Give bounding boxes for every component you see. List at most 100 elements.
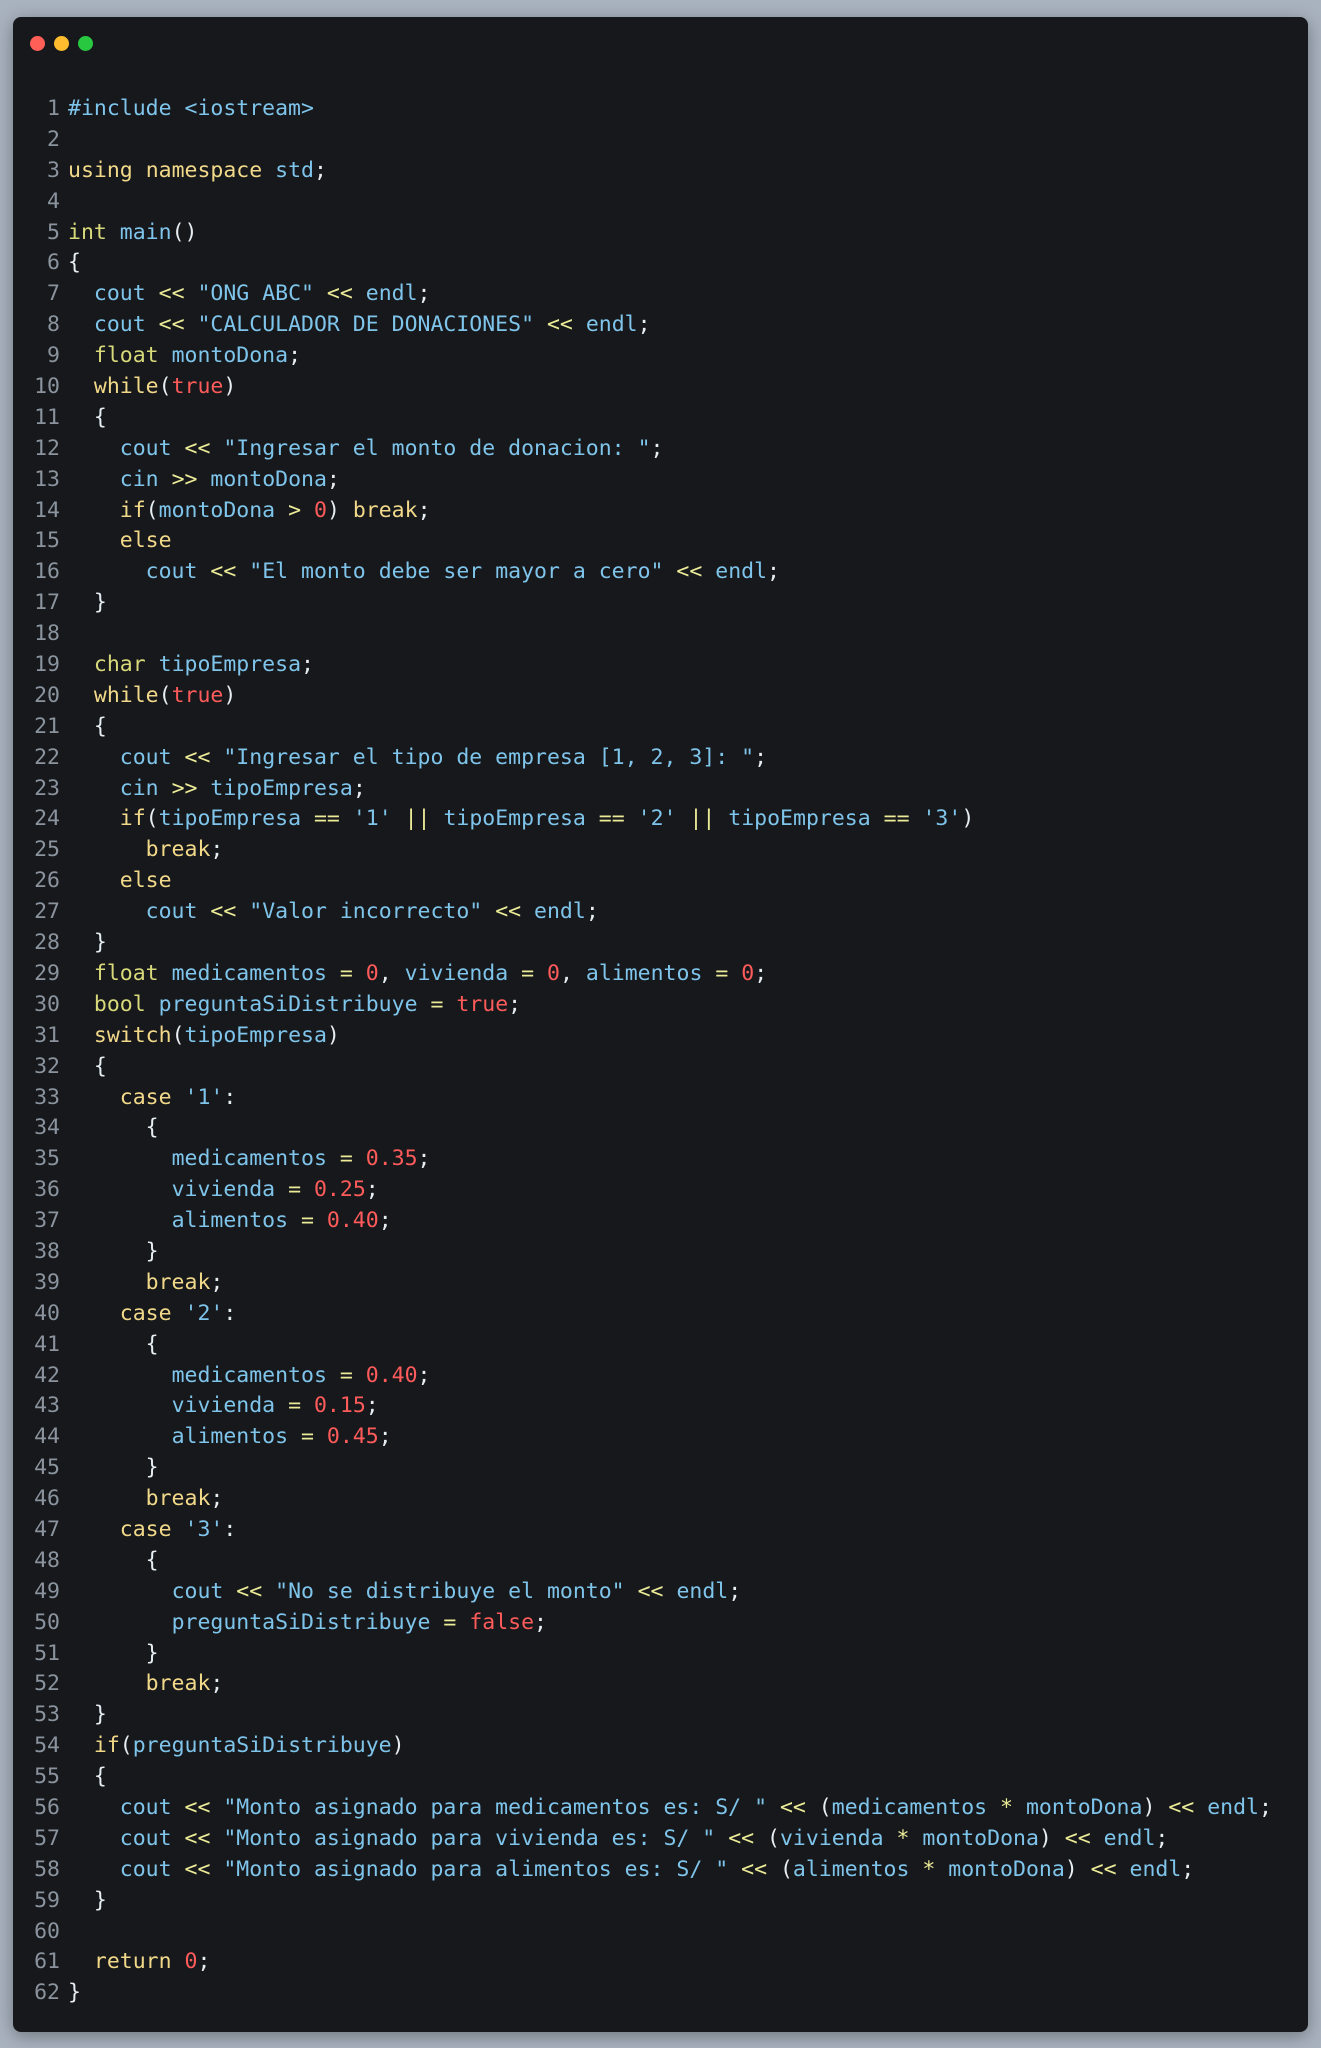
code-token: cout (145, 899, 198, 925)
maximize-button[interactable] (78, 36, 93, 51)
code-token: 0 (547, 960, 560, 986)
code-token: '3' (922, 806, 962, 832)
code-token: endl (534, 899, 586, 925)
code-line: 10 while(true) (13, 372, 1308, 403)
line-number: 2 (47, 126, 60, 152)
code-line: 17 } (13, 588, 1308, 619)
code-token: 0.45 (326, 1424, 379, 1450)
code-token: endl (1207, 1794, 1259, 1820)
code-token: ; (326, 466, 340, 492)
line-number: 10 (34, 374, 60, 400)
code-token: "Monto asignado para alimentos es: S/ " (223, 1856, 729, 1882)
line-number: 18 (34, 621, 60, 647)
code-token: ( (171, 1022, 185, 1048)
code-token: preguntaSiDistribuye (158, 991, 418, 1017)
code-token: ; (210, 1269, 224, 1295)
minimize-button[interactable] (54, 36, 69, 51)
code-token: endl (365, 281, 418, 307)
code-token: cout (145, 559, 198, 585)
code-token: , (378, 960, 405, 986)
line-number: 42 (34, 1362, 60, 1388)
close-button[interactable] (30, 36, 45, 51)
code-token: "Monto asignado para vivienda es: S/ " (223, 1825, 716, 1851)
code-token: ) (391, 1733, 405, 1759)
code-line: 52 break; (13, 1669, 1308, 1700)
code-line: 31 switch(tipoEmpresa) (13, 1021, 1308, 1052)
code-token: ) (1038, 1825, 1065, 1851)
code-line: 44 alimentos = 0.45; (13, 1422, 1308, 1453)
line-number: 50 (34, 1609, 60, 1635)
line-number: 12 (34, 435, 60, 461)
code-token: ; (313, 157, 327, 183)
code-token: = (301, 1208, 314, 1234)
line-number: 36 (34, 1177, 60, 1203)
code-token: { (68, 1764, 107, 1790)
code-line: 41 { (13, 1330, 1308, 1361)
code-line: 23 cin >> tipoEmpresa; (13, 774, 1308, 805)
code-token: << (184, 1794, 211, 1820)
line-number: 16 (34, 559, 60, 585)
code-token: << (158, 281, 185, 307)
line-number: 56 (34, 1794, 60, 1820)
code-line: 22 cout << "Ingresar el tipo de empresa … (13, 743, 1308, 774)
code-token: tipoEmpresa (184, 1022, 327, 1048)
line-number: 23 (34, 775, 60, 801)
code-token: "CALCULADOR DE DONACIONES" (197, 312, 535, 338)
line-number: 55 (34, 1764, 60, 1790)
code-token: ; (1258, 1794, 1272, 1820)
code-token: } (68, 1640, 159, 1666)
code-token: cout (119, 1794, 172, 1820)
code-token: ; (365, 1393, 379, 1419)
code-token: tipoEmpresa (158, 652, 302, 678)
code-token: preguntaSiDistribuye (171, 1609, 431, 1635)
line-number: 33 (34, 1084, 60, 1110)
code-line: 7 cout << "ONG ABC" << endl; (13, 279, 1308, 310)
code-token: preguntaSiDistribuye (132, 1733, 392, 1759)
code-line: 51 } (13, 1639, 1308, 1670)
code-token: { (68, 1115, 159, 1141)
code-token: << (495, 899, 522, 925)
code-token: montoDona (158, 497, 276, 523)
code-token: endl (585, 312, 638, 338)
code-line: 30 bool preguntaSiDistribuye = true; (13, 990, 1308, 1021)
code-token: cin (119, 775, 159, 801)
code-token: << (210, 899, 237, 925)
code-token: } (68, 590, 107, 616)
code-line: 55 { (13, 1762, 1308, 1793)
code-token: << (741, 1856, 768, 1882)
code-token: ( (158, 374, 172, 400)
code-token: << (728, 1825, 755, 1851)
code-editor[interactable]: 1 #include <iostream> 2 3 using namespace st… (13, 94, 1308, 2009)
code-token: ; (352, 775, 366, 801)
code-token: = (301, 1424, 314, 1450)
line-number: 22 (34, 744, 60, 770)
code-token: ; (197, 1949, 211, 1975)
